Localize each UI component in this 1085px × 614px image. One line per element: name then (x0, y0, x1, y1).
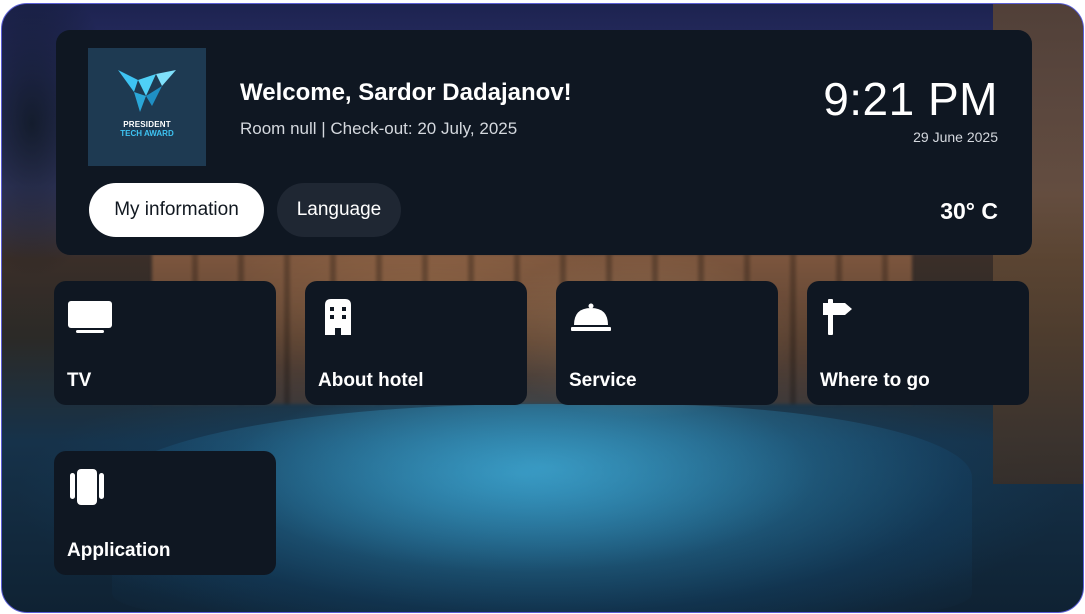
header-card: PRESIDENT TECH AWARD Welcome, Sardor Dad… (56, 30, 1032, 255)
clock-time: 9:21 PM (823, 73, 998, 125)
tile-where-to-go-label: Where to go (820, 370, 930, 391)
tile-service[interactable]: Service (556, 281, 778, 405)
building-icon (325, 299, 351, 335)
welcome-title: Welcome, Sardor Dadajanov! (240, 79, 572, 106)
tile-where-to-go[interactable]: Where to go (807, 281, 1029, 405)
president-tech-award-logo: PRESIDENT TECH AWARD (88, 48, 206, 166)
bird-logo-icon (118, 70, 176, 112)
language-label: Language (296, 199, 382, 220)
tile-application-label: Application (67, 540, 171, 561)
tile-about-hotel-label: About hotel (318, 370, 424, 391)
signpost-icon (823, 299, 852, 335)
language-button[interactable]: Language (277, 183, 401, 237)
tile-service-label: Service (569, 370, 637, 391)
tile-application[interactable]: Application (54, 451, 276, 575)
tv-home-screen: PRESIDENT TECH AWARD Welcome, Sardor Dad… (1, 3, 1084, 613)
logo-text-line1: PRESIDENT (123, 120, 171, 129)
tile-about-hotel[interactable]: About hotel (305, 281, 527, 405)
apps-icon (70, 469, 104, 505)
tv-icon (68, 301, 112, 333)
logo-text-line2: TECH AWARD (120, 129, 174, 138)
tile-tv-label: TV (67, 370, 92, 391)
service-bell-icon (571, 303, 611, 331)
clock-date: 29 June 2025 (913, 129, 998, 145)
temperature: 30° C (940, 198, 998, 224)
tile-tv[interactable]: TV (54, 281, 276, 405)
my-information-label: My information (114, 199, 239, 220)
room-checkout-info: Room null | Check-out: 20 July, 2025 (240, 119, 518, 138)
my-information-button[interactable]: My information (89, 183, 264, 237)
